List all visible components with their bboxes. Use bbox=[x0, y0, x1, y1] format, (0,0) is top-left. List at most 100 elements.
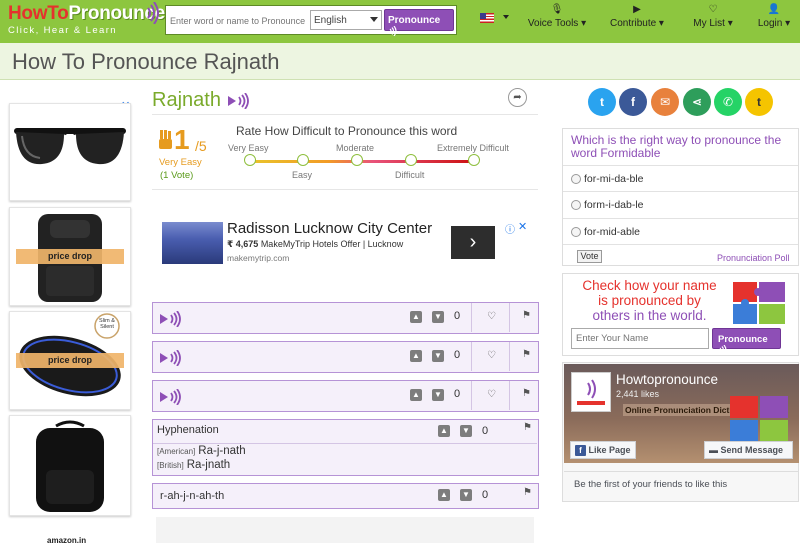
site-logo[interactable]: HowToPronounce Click, Hear & Learn bbox=[8, 3, 165, 37]
rate-difficult-dot[interactable] bbox=[405, 154, 417, 166]
report-flag-icon[interactable]: ⚑ bbox=[522, 349, 531, 360]
facebook-page-widget: Howtopronounce 2,441 likes Online Pronun… bbox=[562, 362, 799, 502]
rating-score: 1 bbox=[174, 124, 190, 155]
divider bbox=[563, 191, 798, 192]
hotel-image bbox=[162, 222, 223, 264]
poll-vote-button[interactable]: Vote bbox=[577, 250, 602, 263]
american-tag: [American] bbox=[157, 447, 196, 456]
report-flag-icon[interactable]: ⚑ bbox=[522, 388, 531, 399]
hyphenation-card: Hyphenation ▲ ▼ 0 ⚑ [American] Ra-j-nath… bbox=[152, 419, 539, 476]
nav-contribute[interactable]: ▶ Contribute ▾ bbox=[606, 3, 668, 31]
us-flag-icon[interactable] bbox=[480, 13, 494, 23]
thumbs-up-icon[interactable]: ▲ bbox=[438, 489, 450, 501]
facebook-page-logo[interactable] bbox=[571, 372, 611, 412]
nav-my-list-label: My List bbox=[693, 18, 725, 29]
rate-extremely-difficult-dot[interactable] bbox=[468, 154, 480, 166]
nav-login[interactable]: 👤 Login ▾ bbox=[756, 3, 792, 31]
search-bar: English Pronounce bbox=[165, 5, 457, 37]
nav-my-list[interactable]: ♡ My List ▾ bbox=[690, 3, 736, 31]
american-hyphenation: Ra-j-nath bbox=[198, 445, 246, 457]
ad-product-mouse[interactable]: Slim & Silent price drop bbox=[9, 311, 131, 410]
pronunciation-row: ▲ ▼ 0 ♡ ⚑ bbox=[152, 380, 539, 412]
search-input[interactable] bbox=[170, 12, 308, 29]
heart-icon[interactable]: ♡ bbox=[487, 389, 496, 400]
facebook-like-page-button[interactable]: f Like Page bbox=[570, 441, 636, 459]
report-flag-icon[interactable]: ⚑ bbox=[523, 422, 532, 433]
rating-votes: (1 Vote) bbox=[160, 170, 194, 181]
divider bbox=[509, 303, 510, 332]
play-audio-icon[interactable] bbox=[160, 389, 182, 405]
puzzle-globe-icon bbox=[730, 396, 788, 442]
chevron-right-icon[interactable]: › bbox=[451, 226, 495, 259]
hotel-ad-offer: ₹ 4,675 MakeMyTrip Hotels Offer | Luckno… bbox=[227, 239, 403, 250]
hotel-ad[interactable]: Radisson Lucknow City Center ₹ 4,675 Mak… bbox=[156, 215, 530, 270]
heart-icon[interactable]: ♡ bbox=[487, 311, 496, 322]
rate-moderate-dot[interactable] bbox=[351, 154, 363, 166]
logo-part1: HowTo bbox=[8, 3, 69, 24]
report-flag-icon[interactable]: ⚑ bbox=[523, 487, 532, 498]
play-audio-icon[interactable] bbox=[228, 93, 250, 109]
play-audio-icon[interactable] bbox=[160, 311, 182, 327]
ad-close-icon[interactable]: ✕ bbox=[518, 220, 527, 233]
poll-option-radio[interactable] bbox=[571, 200, 581, 210]
tumblr-icon[interactable]: t bbox=[745, 88, 773, 116]
facebook-icon: f bbox=[575, 445, 586, 456]
rating-out-of: /5 bbox=[195, 138, 207, 154]
check-pronounce-button[interactable]: Pronounce bbox=[712, 328, 781, 356]
thumbs-down-icon[interactable]: ▼ bbox=[432, 350, 444, 362]
vote-count: 0 bbox=[454, 388, 461, 400]
hyphenation-american: [American] Ra-j-nath bbox=[157, 445, 246, 457]
poll-question: Which is the right way to pronounce the … bbox=[571, 133, 782, 160]
facebook-cover: Howtopronounce 2,441 likes Online Pronun… bbox=[564, 364, 799, 463]
email-icon[interactable]: ✉ bbox=[651, 88, 679, 116]
ad-product-backpack-black[interactable] bbox=[9, 415, 131, 516]
play-audio-icon[interactable] bbox=[160, 350, 182, 366]
pronunciation-row: ▲ ▼ 0 ♡ ⚑ bbox=[152, 341, 539, 373]
twitter-icon[interactable]: t bbox=[588, 88, 616, 116]
heart-icon[interactable]: ♡ bbox=[487, 350, 496, 361]
nav-voice-tools[interactable]: 🎙 Voice Tools ▾ bbox=[526, 3, 588, 31]
ad-info-icon[interactable]: ⓘ bbox=[505, 221, 515, 236]
facebook-page-name[interactable]: Howtopronounce bbox=[616, 372, 718, 387]
whatsapp-icon[interactable]: ✆ bbox=[714, 88, 742, 116]
rate-easy-dot[interactable] bbox=[297, 154, 309, 166]
word-heading: Rajnath bbox=[152, 89, 221, 111]
thumbs-down-icon[interactable]: ▼ bbox=[432, 389, 444, 401]
thumbs-down-icon[interactable]: ▼ bbox=[460, 489, 472, 501]
pronunciation-poll-link[interactable]: Pronunciation Poll bbox=[717, 253, 790, 263]
price-drop-banner: price drop bbox=[16, 353, 124, 368]
ad-product-sunglasses[interactable] bbox=[9, 103, 131, 201]
thumbs-up-icon[interactable]: ▲ bbox=[438, 425, 450, 437]
poll-option-radio[interactable] bbox=[571, 227, 581, 237]
thumbs-up-icon[interactable]: ▲ bbox=[410, 389, 422, 401]
share-icon[interactable]: ⋖ bbox=[683, 88, 711, 116]
hotel-ad-offer-text: MakeMyTrip Hotels Offer | Lucknow bbox=[260, 239, 404, 249]
hotel-ad-title: Radisson Lucknow City Center bbox=[227, 220, 433, 237]
facebook-send-message-button[interactable]: ▬ Send Message bbox=[704, 441, 793, 459]
share-icon[interactable]: ➦ bbox=[508, 88, 527, 107]
check-name-text: Check how your name is pronounced by oth… bbox=[573, 278, 726, 323]
report-flag-icon[interactable]: ⚑ bbox=[522, 310, 531, 321]
divider bbox=[563, 165, 798, 166]
poll-option-radio[interactable] bbox=[571, 174, 581, 184]
nav-contribute-label: Contribute bbox=[610, 18, 657, 29]
check-name-line3: others in the world. bbox=[592, 308, 707, 323]
vote-count: 0 bbox=[454, 349, 461, 361]
ad-product-backpack[interactable]: price drop bbox=[9, 207, 131, 306]
thumbs-up-icon[interactable]: ▲ bbox=[410, 350, 422, 362]
divider bbox=[509, 342, 510, 371]
language-select[interactable]: English bbox=[310, 10, 382, 30]
thumbs-down-icon[interactable]: ▼ bbox=[460, 425, 472, 437]
howtopronounce-logo-icon bbox=[577, 379, 605, 405]
name-input[interactable] bbox=[571, 328, 709, 349]
difficulty-icon bbox=[159, 130, 172, 149]
price-drop-banner: price drop bbox=[16, 249, 124, 264]
thumbs-down-icon[interactable]: ▼ bbox=[432, 311, 444, 323]
hotel-ad-price: ₹ 4,675 bbox=[227, 239, 259, 249]
chevron-down-icon[interactable] bbox=[503, 15, 509, 19]
thumbs-up-icon[interactable]: ▲ bbox=[410, 311, 422, 323]
rate-very-easy-dot[interactable] bbox=[244, 154, 256, 166]
pronounce-button[interactable]: Pronounce bbox=[384, 9, 454, 37]
phonetic-card: r-ah-j-n-ah-th ▲ ▼ 0 ⚑ bbox=[152, 483, 539, 509]
facebook-icon[interactable]: f bbox=[619, 88, 647, 116]
